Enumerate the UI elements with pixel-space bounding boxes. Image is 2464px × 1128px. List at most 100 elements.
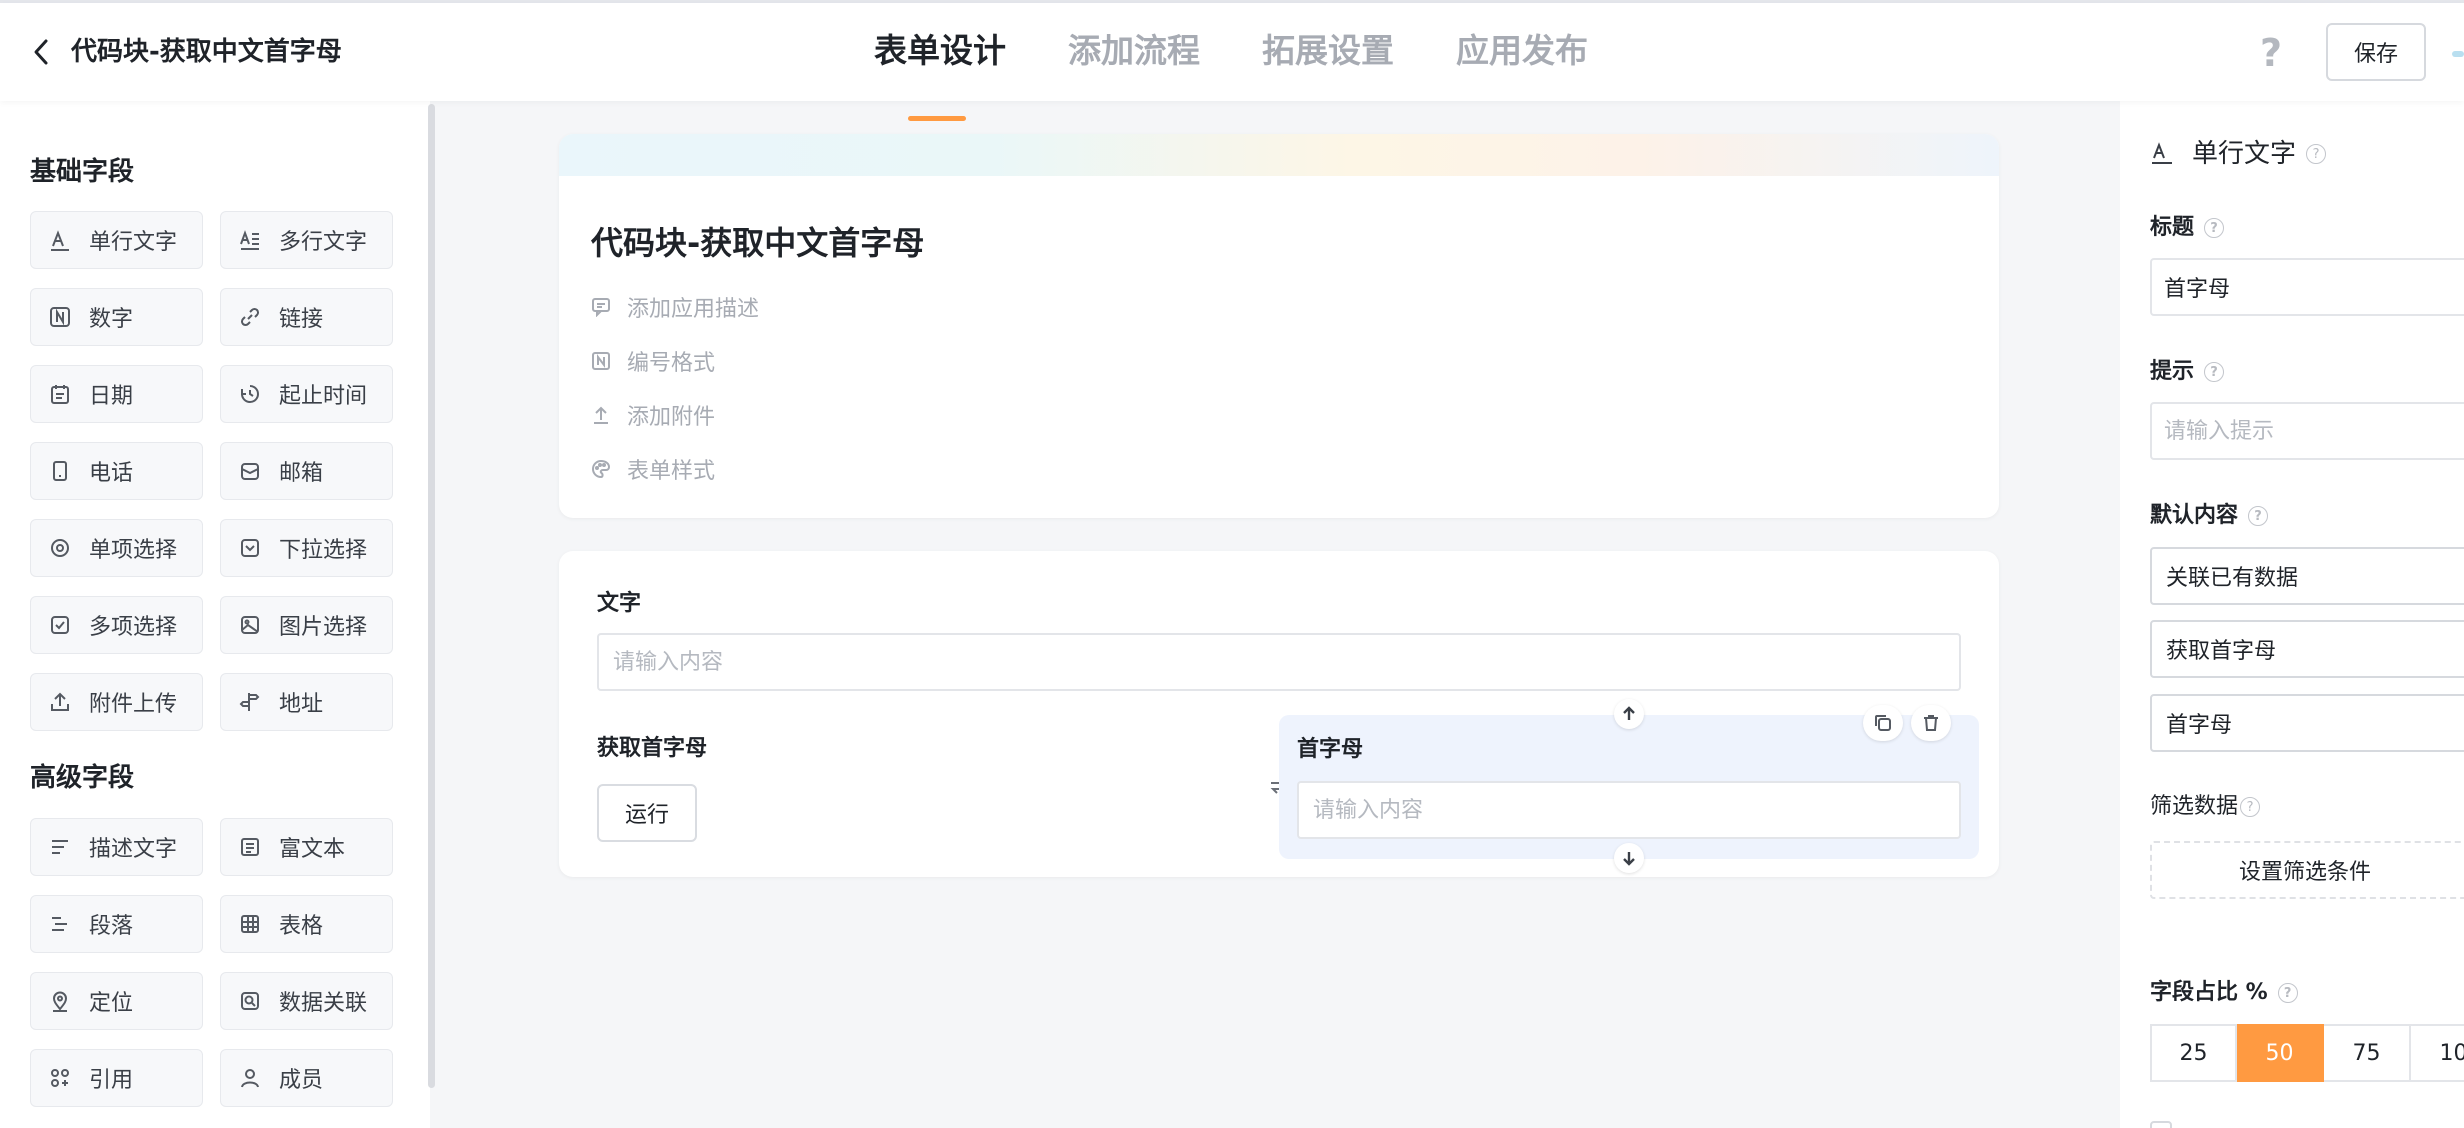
palette-field-member[interactable]: 成员 [220,1049,393,1107]
palette-field-label: 电话 [89,461,134,486]
hint-prop-label: 提示? [2150,357,2225,387]
basic-fields-title: 基础字段 [30,157,135,187]
palette-field-label: 图片选择 [279,615,368,640]
move-down-icon[interactable] [1614,843,1644,873]
palette-field-label: 多行文字 [279,230,368,255]
palette-field-table[interactable]: 表格 [220,895,393,953]
description-icon [49,836,71,858]
advanced-fields-title: 高级字段 [30,763,135,793]
ratio-option-100[interactable]: 10 [2411,1024,2464,1082]
image-icon [239,614,261,636]
ratio-option-50[interactable]: 50 [2237,1024,2324,1082]
save-button[interactable]: 保存 [2326,23,2426,81]
form-title[interactable]: 代码块-获取中文首字母 [591,222,924,264]
paragraph-icon [49,913,71,935]
number-format-label: 编号格式 [627,351,716,376]
number-format-link[interactable]: 编号格式 [591,345,715,377]
palette-field-multiline-text[interactable]: 多行文字 [220,211,393,269]
help-circle-icon[interactable]: ? [2204,218,2225,238]
palette-field-calendar[interactable]: 日期 [30,365,203,423]
help-circle-icon[interactable]: ? [2277,983,2298,1003]
delete-icon[interactable] [1911,705,1951,741]
text-field-input[interactable] [597,633,1961,691]
add-attachment-link[interactable]: 添加附件 [591,399,715,431]
link-icon [239,306,261,328]
field-type-title: 单行文字 [2192,139,2297,169]
palette-field-label: 富文本 [279,837,346,862]
hint-prop-input[interactable] [2150,402,2464,460]
tab-extend-settings[interactable]: 拓展设置 [1262,25,1394,101]
palette-field-upload[interactable]: 附件上传 [30,673,203,731]
add-description-link[interactable]: 添加应用描述 [591,291,759,323]
help-circle-icon[interactable]: ? [2204,362,2225,382]
palette-field-link[interactable]: 链接 [220,288,393,346]
palette-field-number[interactable]: 数字 [30,288,203,346]
palette-field-time-range[interactable]: 起止时间 [220,365,393,423]
palette-field-checkbox[interactable]: 多项选择 [30,596,203,654]
help-circle-icon[interactable]: ? [2306,144,2327,164]
selected-field-block[interactable]: 首字母 [1279,699,1979,873]
tab-add-process[interactable]: 添加流程 [1068,25,1200,101]
tab-form-design[interactable]: 表单设计 [874,25,1006,121]
default-field-select[interactable]: 首字母 [2150,694,2464,752]
phone-icon [49,460,71,482]
move-up-icon[interactable] [1614,699,1644,729]
tab-app-publish[interactable]: 应用发布 [1456,25,1588,101]
palette-field-text[interactable]: 单行文字 [30,211,203,269]
form-header-card: 代码块-获取中文首字母 添加应用描述 编号格式 添加附件 表单样式 [559,134,1999,518]
title-prop-label: 标题? [2150,213,2225,243]
ratio-option-25[interactable]: 25 [2150,1024,2237,1082]
palette-field-rich-text[interactable]: 富文本 [220,818,393,876]
back-icon[interactable] [26,37,56,67]
ratio-option-75[interactable]: 75 [2324,1024,2411,1082]
rich-text-icon [239,836,261,858]
location-icon [49,990,71,1012]
help-icon[interactable]: ? [2256,33,2286,73]
palette-field-radio[interactable]: 单项选择 [30,519,203,577]
form-banner [559,134,1999,176]
palette-field-reference[interactable]: 引用 [30,1049,203,1107]
palette-field-data-link[interactable]: 数据关联 [220,972,393,1030]
form-style-label: 表单样式 [627,459,716,484]
set-filter-button[interactable]: 设置筛选条件 [2150,841,2464,899]
palette-field-label: 表格 [279,914,324,939]
palette-field-paragraph[interactable]: 段落 [30,895,203,953]
palette-field-phone[interactable]: 电话 [30,442,203,500]
help-circle-icon[interactable]: ? [2240,797,2261,817]
palette-field-label: 定位 [89,991,134,1016]
palette-field-location[interactable]: 定位 [30,972,203,1030]
form-style-link[interactable]: 表单样式 [591,453,715,485]
palette-field-image[interactable]: 图片选择 [220,596,393,654]
copy-icon[interactable] [1863,705,1903,741]
avatar[interactable] [2452,51,2464,57]
text-icon [49,229,71,251]
palette-field-mail[interactable]: 邮箱 [220,442,393,500]
palette-scrollbar[interactable] [428,104,435,1088]
title-prop-input[interactable] [2150,258,2464,316]
field-ratio-selector: 25 50 75 10 [2150,1024,2464,1082]
palette-field-label: 描述文字 [89,837,178,862]
field-ratio-label: 字段占比 %? [2150,978,2298,1008]
palette-field-label: 成员 [279,1068,324,1093]
palette-field-label: 链接 [279,307,324,332]
palette-icon [591,459,611,479]
address-icon [239,691,261,713]
palette-field-label: 邮箱 [279,461,324,486]
run-button[interactable]: 运行 [597,784,697,842]
default-source-select[interactable]: 关联已有数据 [2150,547,2464,605]
upload-icon [49,691,71,713]
palette-field-label: 多项选择 [89,615,178,640]
palette-field-dropdown[interactable]: 下拉选择 [220,519,393,577]
default-form-select[interactable]: 获取首字母 [2150,620,2464,678]
option-checkbox[interactable] [2150,1121,2172,1128]
help-circle-icon[interactable]: ? [2248,506,2269,526]
palette-field-label: 附件上传 [89,692,178,717]
initial-field-input[interactable] [1297,781,1961,839]
checkbox-icon [49,614,71,636]
data-link-icon [239,990,261,1012]
comment-icon [591,297,611,317]
dropdown-icon [239,537,261,559]
palette-field-address[interactable]: 地址 [220,673,393,731]
palette-field-description[interactable]: 描述文字 [30,818,203,876]
palette-field-label: 引用 [89,1068,134,1093]
